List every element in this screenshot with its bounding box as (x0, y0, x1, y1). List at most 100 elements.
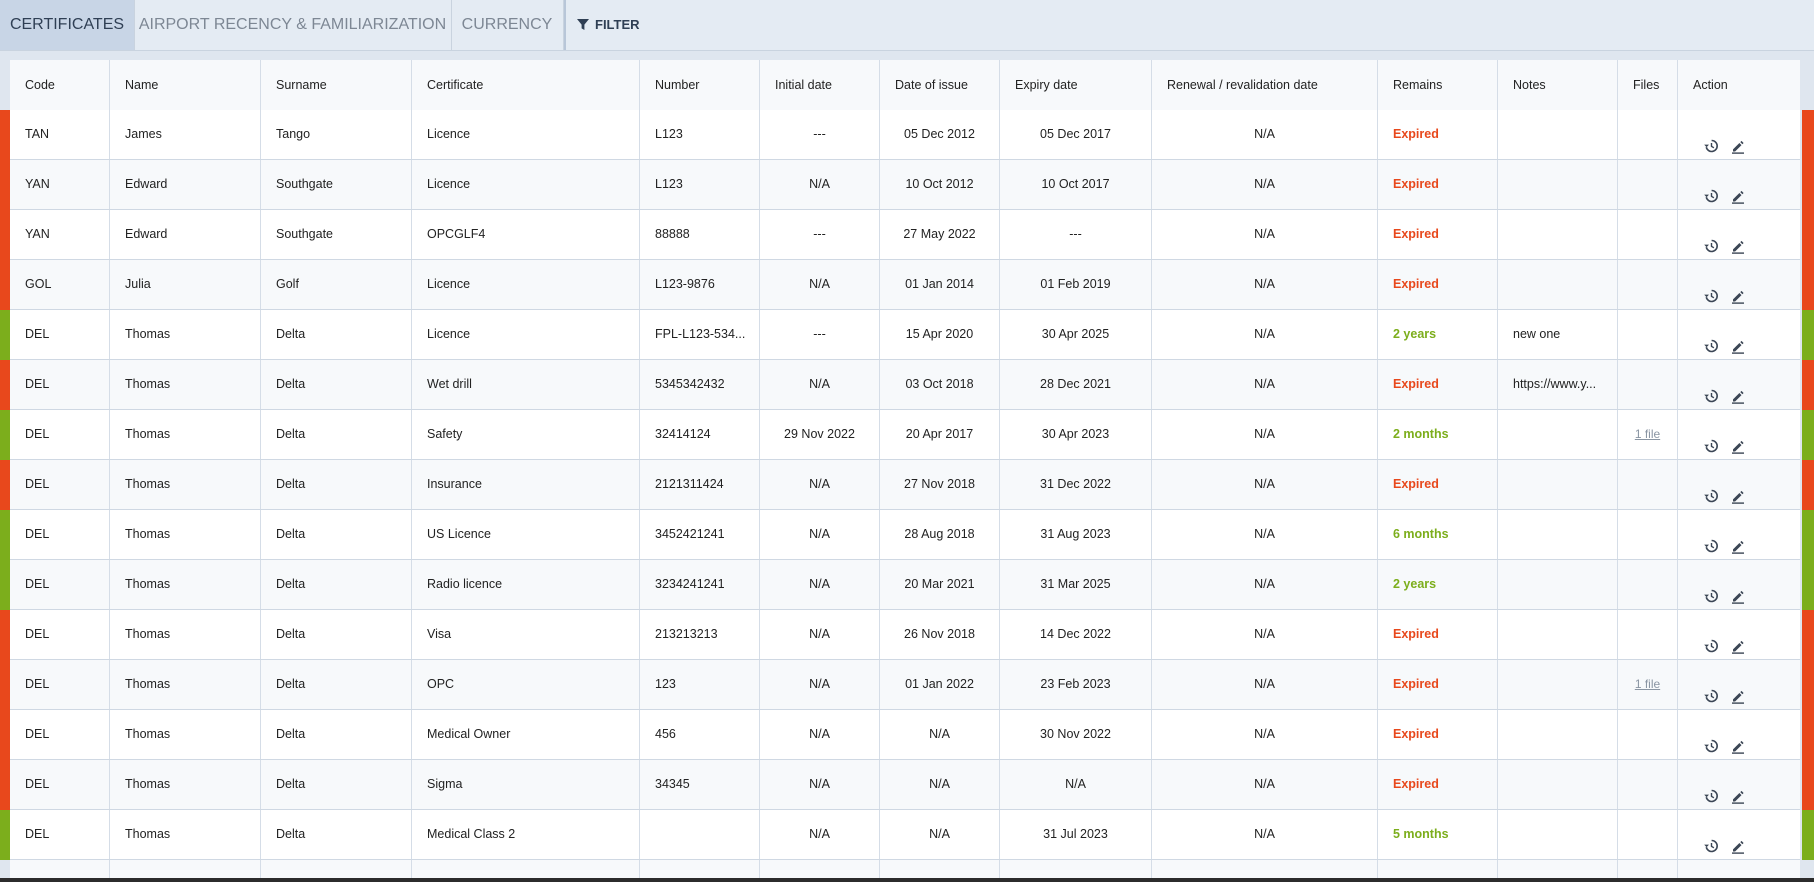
table-row[interactable]: GOL Julia Golf Licence L123-9876 N/A 01 Jan 20… (10, 260, 1800, 310)
cell-files (1618, 210, 1678, 259)
table-row[interactable]: DEL Thomas Delta Medical Class 2 N/A N/A 31 Ju… (10, 810, 1800, 860)
edit-icon[interactable] (1730, 726, 1746, 759)
cell-remains: 2 years (1378, 310, 1498, 359)
history-icon[interactable] (1703, 726, 1719, 759)
cell-name: Thomas (110, 810, 261, 859)
status-bar-left (0, 160, 10, 210)
cell-action (1678, 560, 1800, 609)
cell-initial-date: N/A (760, 260, 880, 309)
cell-action (1678, 310, 1800, 359)
cell-files (1618, 160, 1678, 209)
header-code[interactable]: Code (10, 60, 110, 110)
cell-notes: https://www.y... (1498, 360, 1618, 409)
status-bar-left (0, 710, 10, 760)
filter-button[interactable]: FILTER (564, 0, 650, 50)
history-icon[interactable] (1703, 126, 1719, 159)
cell-number: 2121311424 (640, 460, 760, 509)
edit-icon[interactable] (1730, 826, 1746, 859)
history-icon[interactable] (1703, 426, 1719, 459)
table-row[interactable]: YAN Edward Southgate Licence L123 N/A 10 Oct 2… (10, 160, 1800, 210)
header-action[interactable]: Action (1678, 60, 1800, 110)
cell-initial-date: N/A (760, 560, 880, 609)
table-row[interactable]: DEL Thomas Delta OPC 123 N/A 01 Jan 2022 23 Feb… (10, 660, 1800, 710)
cell-date-of-issue: 01 Jan 2014 (880, 260, 1000, 309)
status-bar-right (1802, 310, 1814, 360)
cell-initial-date: N/A (760, 610, 880, 659)
cell-date-of-issue: 20 Apr 2017 (880, 410, 1000, 459)
cell-expiry-date: 01 Feb 2019 (1000, 260, 1152, 309)
cell-expiry-date: 31 Jul 2023 (1000, 810, 1152, 859)
cell-files (1618, 360, 1678, 409)
cell-files (1618, 510, 1678, 559)
edit-icon[interactable] (1730, 126, 1746, 159)
edit-icon[interactable] (1730, 276, 1746, 309)
edit-icon[interactable] (1730, 226, 1746, 259)
status-bar-right (1802, 210, 1814, 260)
edit-icon[interactable] (1730, 526, 1746, 559)
cell-certificate: Medical Class 2 (412, 810, 640, 859)
table-row[interactable]: DEL Thomas Delta Medical Owner 456 N/A N/A 30 N… (10, 710, 1800, 760)
header-expiry-date[interactable]: Expiry date (1000, 60, 1152, 110)
header-notes[interactable]: Notes (1498, 60, 1618, 110)
header-initial-date[interactable]: Initial date (760, 60, 880, 110)
cell-renewal-date: N/A (1152, 710, 1378, 759)
history-icon[interactable] (1703, 226, 1719, 259)
header-name[interactable]: Name (110, 60, 261, 110)
cell-remains: Expired (1378, 760, 1498, 809)
history-icon[interactable] (1703, 626, 1719, 659)
history-icon[interactable] (1703, 176, 1719, 209)
table-row[interactable]: DEL Thomas Delta Visa 213213213 N/A 26 Nov 201… (10, 610, 1800, 660)
files-link[interactable]: 1 file (1635, 677, 1660, 691)
edit-icon[interactable] (1730, 326, 1746, 359)
status-bar-right (1802, 710, 1814, 760)
edit-icon[interactable] (1730, 426, 1746, 459)
header-number[interactable]: Number (640, 60, 760, 110)
tab-currency[interactable]: CURRENCY (451, 0, 564, 50)
header-renewal-date[interactable]: Renewal / revalidation date (1152, 60, 1378, 110)
tab-certificates[interactable]: CERTIFICATES (0, 0, 135, 50)
cell-code: DEL (10, 560, 110, 609)
cell-renewal-date: N/A (1152, 360, 1378, 409)
cell-renewal-date: N/A (1152, 410, 1378, 459)
edit-icon[interactable] (1730, 776, 1746, 809)
history-icon[interactable] (1703, 826, 1719, 859)
history-icon[interactable] (1703, 326, 1719, 359)
table-row[interactable]: DEL Thomas Delta Sigma 34345 N/A N/A N/A N/A Expi… (10, 760, 1800, 810)
cell-remains: Expired (1378, 160, 1498, 209)
edit-icon[interactable] (1730, 676, 1746, 709)
edit-icon[interactable] (1730, 476, 1746, 509)
history-icon[interactable] (1703, 376, 1719, 409)
history-icon[interactable] (1703, 676, 1719, 709)
table-row[interactable]: DEL Thomas Delta Licence FPL-L123-534... --- 1… (10, 310, 1800, 360)
cell-surname: Delta (261, 310, 412, 359)
table-row[interactable]: DEL Thomas Delta Radio licence 3234241241 N/A… (10, 560, 1800, 610)
cell-notes (1498, 210, 1618, 259)
tab-airport-recency[interactable]: AIRPORT RECENCY & FAMILIARIZATION (134, 0, 452, 50)
history-icon[interactable] (1703, 776, 1719, 809)
table-row[interactable]: DEL Thomas Delta Safety 32414124 29 Nov 2022 2… (10, 410, 1800, 460)
header-surname[interactable]: Surname (261, 60, 412, 110)
table-row[interactable]: YAN Edward Southgate OPCGLF4 88888 --- 27 May … (10, 210, 1800, 260)
edit-icon[interactable] (1730, 176, 1746, 209)
history-icon[interactable] (1703, 526, 1719, 559)
table-row[interactable]: DEL Thomas Delta US Licence 3452421241 N/A 28 … (10, 510, 1800, 560)
edit-icon[interactable] (1730, 626, 1746, 659)
history-icon[interactable] (1703, 476, 1719, 509)
files-link[interactable]: 1 file (1635, 427, 1660, 441)
history-icon[interactable] (1703, 276, 1719, 309)
filter-label: FILTER (595, 17, 640, 32)
header-date-of-issue[interactable]: Date of issue (880, 60, 1000, 110)
cell-number: FPL-L123-534... (640, 310, 760, 359)
history-icon[interactable] (1703, 576, 1719, 609)
header-files[interactable]: Files (1618, 60, 1678, 110)
table-row[interactable]: DEL Thomas Delta Wet drill 5345342432 N/A 03 O… (10, 360, 1800, 410)
header-certificate[interactable]: Certificate (412, 60, 640, 110)
table-row[interactable]: TAN James Tango Licence L123 --- 05 Dec 2012 05… (10, 110, 1800, 160)
window-bottom-edge (0, 878, 1814, 882)
cell-date-of-issue: 03 Oct 2018 (880, 360, 1000, 409)
status-bar-right (1802, 110, 1814, 160)
edit-icon[interactable] (1730, 576, 1746, 609)
header-remains[interactable]: Remains (1378, 60, 1498, 110)
table-row[interactable]: DEL Thomas Delta Insurance 2121311424 N/A 27 N… (10, 460, 1800, 510)
edit-icon[interactable] (1730, 376, 1746, 409)
